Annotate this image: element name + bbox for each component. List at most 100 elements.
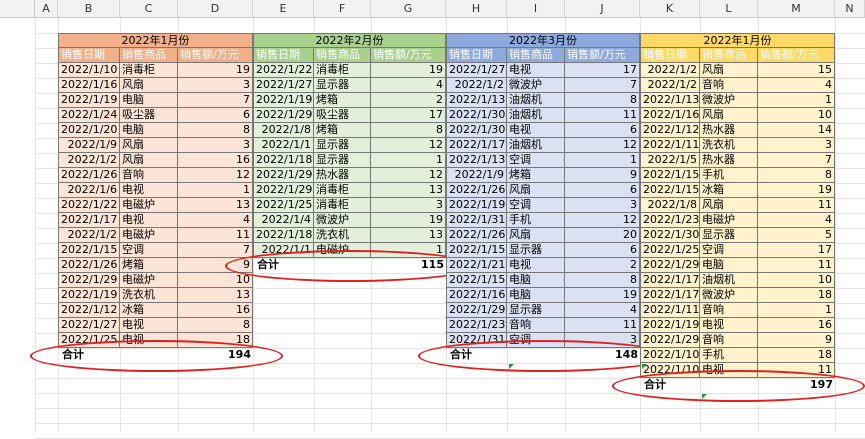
date-cell[interactable]: 2022/1/29 <box>58 273 120 288</box>
date-cell[interactable]: 2022/1/6 <box>58 183 120 198</box>
product-cell[interactable]: 油烟机 <box>507 138 565 153</box>
amount-cell[interactable]: 14 <box>758 123 835 138</box>
date-cell[interactable]: 2022/1/9 <box>58 138 120 153</box>
amount-cell[interactable]: 7 <box>178 243 253 258</box>
product-cell[interactable]: 风扇 <box>120 78 178 93</box>
column-header-K[interactable]: K <box>640 0 700 18</box>
date-cell[interactable]: 2022/1/13 <box>640 93 700 108</box>
date-cell[interactable]: 2022/1/26 <box>446 228 507 243</box>
product-cell[interactable]: 空调 <box>507 153 565 168</box>
date-cell[interactable]: 2022/1/17 <box>640 288 700 303</box>
date-cell[interactable]: 2022/1/15 <box>446 243 507 258</box>
product-cell[interactable]: 风扇 <box>120 138 178 153</box>
amount-cell[interactable]: 6 <box>565 183 640 198</box>
product-cell[interactable]: 风扇 <box>507 183 565 198</box>
amount-cell[interactable]: 4 <box>758 78 835 93</box>
amount-cell[interactable]: 12 <box>371 168 446 183</box>
date-cell[interactable]: 2022/1/27 <box>58 318 120 333</box>
product-cell[interactable]: 电磁炉 <box>120 273 178 288</box>
column-header-J[interactable]: J <box>565 0 640 18</box>
amount-cell[interactable]: 1 <box>758 93 835 108</box>
amount-cell[interactable]: 20 <box>565 228 640 243</box>
date-cell[interactable]: 2022/1/13 <box>446 153 507 168</box>
amount-cell[interactable]: 2 <box>565 258 640 273</box>
date-cell[interactable]: 2022/1/2 <box>446 78 507 93</box>
amount-cell[interactable]: 15 <box>758 63 835 78</box>
amount-cell[interactable]: 11 <box>758 258 835 273</box>
product-cell[interactable]: 风扇 <box>700 63 758 78</box>
date-cell[interactable]: 2022/1/24 <box>58 108 120 123</box>
amount-cell[interactable]: 6 <box>178 108 253 123</box>
product-cell[interactable]: 消毒柜 <box>314 183 371 198</box>
product-cell[interactable]: 显示器 <box>314 78 371 93</box>
amount-cell[interactable]: 11 <box>758 198 835 213</box>
amount-cell[interactable]: 11 <box>565 108 640 123</box>
amount-cell[interactable]: 4 <box>371 78 446 93</box>
date-cell[interactable]: 2022/1/8 <box>253 123 314 138</box>
amount-cell[interactable]: 9 <box>758 333 835 348</box>
date-cell[interactable]: 2022/1/10 <box>640 348 700 363</box>
product-cell[interactable]: 音响 <box>120 168 178 183</box>
column-header-H[interactable]: H <box>446 0 507 18</box>
product-cell[interactable]: 消毒柜 <box>120 63 178 78</box>
amount-cell[interactable]: 13 <box>371 183 446 198</box>
product-cell[interactable]: 电视 <box>700 318 758 333</box>
amount-cell[interactable]: 8 <box>371 123 446 138</box>
amount-cell[interactable]: 1 <box>565 153 640 168</box>
column-label[interactable]: 销售商品 <box>507 48 565 63</box>
column-header-C[interactable]: C <box>120 0 178 18</box>
date-cell[interactable]: 2022/1/22 <box>253 63 314 78</box>
product-cell[interactable]: 吸尘器 <box>314 108 371 123</box>
date-cell[interactable]: 2022/1/26 <box>58 168 120 183</box>
product-cell[interactable]: 油烟机 <box>700 273 758 288</box>
date-cell[interactable]: 2022/1/26 <box>446 183 507 198</box>
date-cell[interactable]: 2022/1/27 <box>446 63 507 78</box>
column-label[interactable]: 销售额/万元 <box>371 48 446 63</box>
product-cell[interactable]: 音响 <box>700 333 758 348</box>
date-cell[interactable]: 2022/1/17 <box>446 138 507 153</box>
amount-cell[interactable]: 12 <box>371 138 446 153</box>
amount-cell[interactable]: 2 <box>371 93 446 108</box>
date-cell[interactable]: 2022/1/19 <box>58 93 120 108</box>
date-cell[interactable]: 2022/1/29 <box>253 183 314 198</box>
date-cell[interactable]: 2022/1/16 <box>446 288 507 303</box>
product-cell[interactable]: 油烟机 <box>507 93 565 108</box>
product-cell[interactable]: 烤箱 <box>120 258 178 273</box>
amount-cell[interactable]: 1 <box>758 303 835 318</box>
table-title[interactable]: 2022年2月份 <box>253 33 446 48</box>
amount-cell[interactable]: 10 <box>758 273 835 288</box>
product-cell[interactable]: 热水器 <box>700 153 758 168</box>
date-cell[interactable]: 2022/1/16 <box>640 108 700 123</box>
date-cell[interactable]: 2022/1/17 <box>58 213 120 228</box>
product-cell[interactable]: 电视 <box>120 183 178 198</box>
amount-cell[interactable]: 13 <box>371 228 446 243</box>
date-cell[interactable]: 2022/1/16 <box>58 78 120 93</box>
date-cell[interactable]: 2022/1/25 <box>640 243 700 258</box>
product-cell[interactable]: 空调 <box>507 198 565 213</box>
product-cell[interactable]: 电视 <box>120 318 178 333</box>
product-cell[interactable]: 电磁炉 <box>120 198 178 213</box>
product-cell[interactable]: 显示器 <box>700 228 758 243</box>
date-cell[interactable]: 2022/1/9 <box>446 168 507 183</box>
product-cell[interactable]: 洗衣机 <box>700 138 758 153</box>
date-cell[interactable]: 2022/1/29 <box>253 168 314 183</box>
date-cell[interactable]: 2022/1/21 <box>446 258 507 273</box>
product-cell[interactable]: 电脑 <box>507 288 565 303</box>
amount-cell[interactable]: 19 <box>565 288 640 303</box>
date-cell[interactable]: 2022/1/19 <box>58 288 120 303</box>
product-cell[interactable]: 风扇 <box>507 228 565 243</box>
column-label[interactable]: 销售日期 <box>640 48 700 63</box>
amount-cell[interactable]: 8 <box>758 168 835 183</box>
amount-cell[interactable]: 19 <box>178 63 253 78</box>
amount-cell[interactable]: 16 <box>178 303 253 318</box>
amount-cell[interactable]: 7 <box>758 153 835 168</box>
product-cell[interactable]: 电视 <box>507 63 565 78</box>
column-header-F[interactable]: F <box>314 0 371 18</box>
amount-cell[interactable]: 3 <box>758 138 835 153</box>
product-cell[interactable]: 音响 <box>507 318 565 333</box>
date-cell[interactable]: 2022/1/30 <box>640 228 700 243</box>
date-cell[interactable]: 2022/1/18 <box>253 153 314 168</box>
column-label[interactable]: 销售日期 <box>253 48 314 63</box>
product-cell[interactable]: 电磁炉 <box>700 213 758 228</box>
amount-cell[interactable]: 13 <box>178 288 253 303</box>
